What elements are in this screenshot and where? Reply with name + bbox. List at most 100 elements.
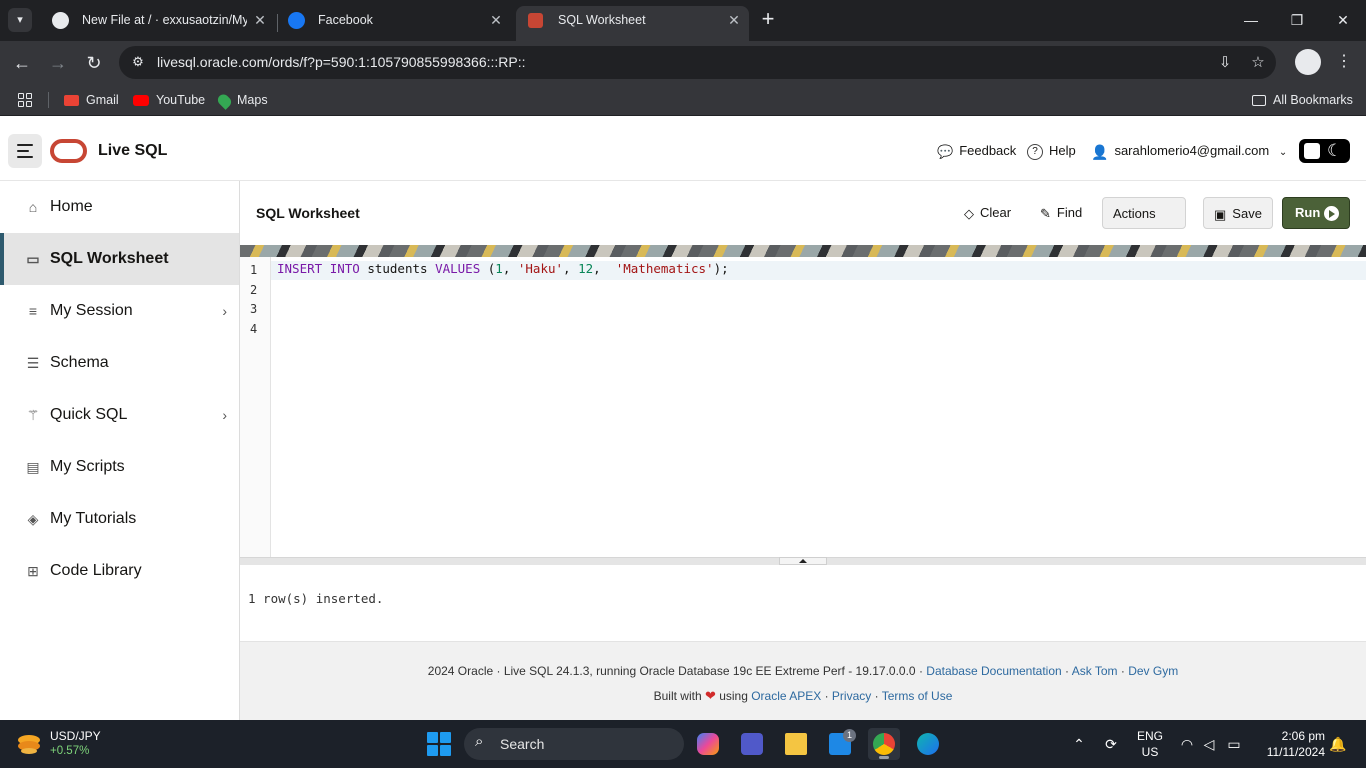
tab-sql-worksheet[interactable]: SQL Worksheet ✕ <box>516 6 749 41</box>
taskbar-file-explorer[interactable] <box>780 728 812 760</box>
sql-string: 'Mathematics' <box>615 261 714 276</box>
comment-icon: 💬 <box>937 143 954 159</box>
collapse-handle[interactable] <box>779 557 827 565</box>
notification-bell-icon[interactable]: 🔔 <box>1328 734 1348 754</box>
restore-button[interactable]: ❐ <box>1274 6 1320 34</box>
sql-keyword: INTO <box>329 261 360 276</box>
actions-label: Actions <box>1113 206 1156 221</box>
sidebar-item-code-library[interactable]: ⊞ Code Library <box>0 545 239 597</box>
dev-gym-link[interactable]: Dev Gym <box>1128 664 1178 678</box>
browser-tab-strip: ▾ New File at / · exxusaotzin/My-I ✕ Fac… <box>0 0 1366 41</box>
forward-button[interactable]: → <box>44 49 72 77</box>
sidebar-item-schema[interactable]: ☰ Schema <box>0 337 239 389</box>
battery-icon[interactable]: ▭ <box>1224 734 1244 754</box>
code-line-1[interactable]: INSERT INTO students VALUES (1, 'Haku', … <box>277 261 729 276</box>
chrome-icon <box>873 733 895 755</box>
site-info-icon[interactable]: ⚙ <box>129 53 147 71</box>
bookmark-star-icon[interactable]: ☆ <box>1246 51 1270 75</box>
database-documentation-link[interactable]: Database Documentation <box>926 664 1061 678</box>
app-title[interactable]: Live SQL <box>98 121 167 181</box>
sql-number: 1 <box>495 261 503 276</box>
bookmark-maps[interactable]: Maps <box>215 84 268 116</box>
tab-facebook[interactable]: Facebook ✕ <box>276 6 511 41</box>
footer-separator: · <box>1117 664 1129 678</box>
close-icon[interactable]: ✕ <box>727 6 741 34</box>
profile-avatar[interactable] <box>1295 49 1321 75</box>
eraser-icon: ◇ <box>964 205 974 221</box>
save-icon: ▣ <box>1214 206 1227 222</box>
minimize-button[interactable]: — <box>1228 6 1274 34</box>
address-bar[interactable]: ⚙ livesql.oracle.com/ords/f?p=590:1:1057… <box>119 46 1276 79</box>
sidebar-item-my-tutorials[interactable]: ◈ My Tutorials <box>0 493 239 545</box>
taskbar-copilot[interactable] <box>692 728 724 760</box>
system-clock[interactable]: 2:06 pm 11/11/2024 <box>1255 728 1325 760</box>
facebook-icon <box>288 12 305 29</box>
clear-button[interactable]: ◇ Clear <box>954 197 1021 229</box>
feedback-link[interactable]: 💬 Feedback <box>937 121 1016 182</box>
tab-github[interactable]: New File at / · exxusaotzin/My-I ✕ <box>40 6 275 41</box>
oracle-apex-link[interactable]: Oracle APEX <box>751 689 821 703</box>
sql-editor[interactable]: 1 2 3 4 INSERT INTO students VALUES (1, … <box>240 257 1366 557</box>
help-link[interactable]: ? Help <box>1027 121 1076 181</box>
maps-pin-icon <box>215 91 234 110</box>
find-button[interactable]: ✎ Find <box>1030 197 1092 229</box>
privacy-link[interactable]: Privacy <box>832 689 871 703</box>
bookmark-label: Gmail <box>86 93 119 107</box>
close-icon[interactable]: ✕ <box>253 6 267 34</box>
actions-menu-button[interactable]: Actions ⌄ <box>1102 197 1186 253</box>
decorative-banner <box>240 245 1366 257</box>
clock-time: 2:06 pm <box>1281 729 1325 743</box>
bookmark-youtube[interactable]: YouTube <box>133 84 205 116</box>
sidebar-item-quick-sql[interactable]: ⚚ Quick SQL › <box>0 389 239 441</box>
apps-grid-icon[interactable] <box>18 93 32 107</box>
reload-button[interactable]: ↻ <box>80 49 108 77</box>
menu-toggle-button[interactable] <box>8 134 42 168</box>
language-code: ENG <box>1136 729 1163 743</box>
install-app-icon[interactable]: ⇩ <box>1213 51 1237 75</box>
dark-mode-toggle[interactable]: ☾ <box>1299 139 1350 163</box>
back-button[interactable]: ← <box>8 49 36 77</box>
save-button[interactable]: ▣ Save <box>1203 197 1273 229</box>
tab-search-button[interactable]: ▾ <box>8 8 32 32</box>
taskbar-search-box[interactable]: ⌕ Search <box>464 728 684 760</box>
close-icon[interactable]: ✕ <box>489 6 503 34</box>
footer-line-1: 2024 Oracle · Live SQL 24.1.3, running O… <box>240 664 1366 678</box>
graduation-icon: ◈ <box>27 511 39 527</box>
windows-start-button[interactable] <box>427 732 451 756</box>
taskbar-chrome[interactable] <box>868 728 900 760</box>
run-button[interactable]: Run <box>1282 197 1350 229</box>
taskbar-teams[interactable] <box>736 728 768 760</box>
sync-icon[interactable]: ⟳ <box>1101 734 1121 754</box>
sidebar-item-label: My Scripts <box>50 458 125 475</box>
ask-tom-link[interactable]: Ask Tom <box>1072 664 1118 678</box>
folder-icon <box>1252 95 1266 107</box>
language-indicator[interactable]: ENG US <box>1136 728 1164 760</box>
tab-title: Facebook <box>318 13 373 27</box>
browser-menu-icon[interactable]: ⋮ <box>1332 49 1356 75</box>
database-icon: ☰ <box>26 355 40 371</box>
user-menu[interactable]: 👤 sarahlomerio4@gmail.com ⌄ <box>1091 121 1287 183</box>
all-bookmarks-button[interactable]: All Bookmarks <box>1252 84 1353 116</box>
window-close-button[interactable]: ✕ <box>1320 6 1366 34</box>
sidebar-item-sql-worksheet[interactable]: ▭ SQL Worksheet <box>0 233 239 285</box>
terms-of-use-link[interactable]: Terms of Use <box>882 689 953 703</box>
sql-keyword: INSERT <box>277 261 323 276</box>
taskbar-search-label: Search <box>500 736 545 752</box>
sidebar-item-my-session[interactable]: ≡ My Session › <box>0 285 239 337</box>
oracle-logo[interactable] <box>50 139 87 163</box>
sidebar-item-label: My Tutorials <box>50 510 137 527</box>
wifi-icon[interactable]: ◠ <box>1177 734 1197 754</box>
bookmark-gmail[interactable]: Gmail <box>64 84 119 116</box>
sidebar-item-home[interactable]: ⌂ Home <box>0 181 239 233</box>
footer-separator: · <box>871 689 882 703</box>
volume-icon[interactable]: ◁ <box>1199 734 1219 754</box>
new-tab-button[interactable]: + <box>756 8 780 32</box>
url-text[interactable]: livesql.oracle.com/ords/f?p=590:1:105790… <box>157 46 526 79</box>
chevron-up-icon[interactable]: ⌃ <box>1069 734 1089 754</box>
sidebar-item-my-scripts[interactable]: ▤ My Scripts <box>0 441 239 493</box>
taskbar-edge[interactable] <box>912 728 944 760</box>
sql-identifier: students <box>359 261 436 276</box>
youtube-icon <box>133 95 149 107</box>
panel-splitter[interactable] <box>240 557 1366 565</box>
taskbar-mail[interactable]: 1 <box>824 728 856 760</box>
